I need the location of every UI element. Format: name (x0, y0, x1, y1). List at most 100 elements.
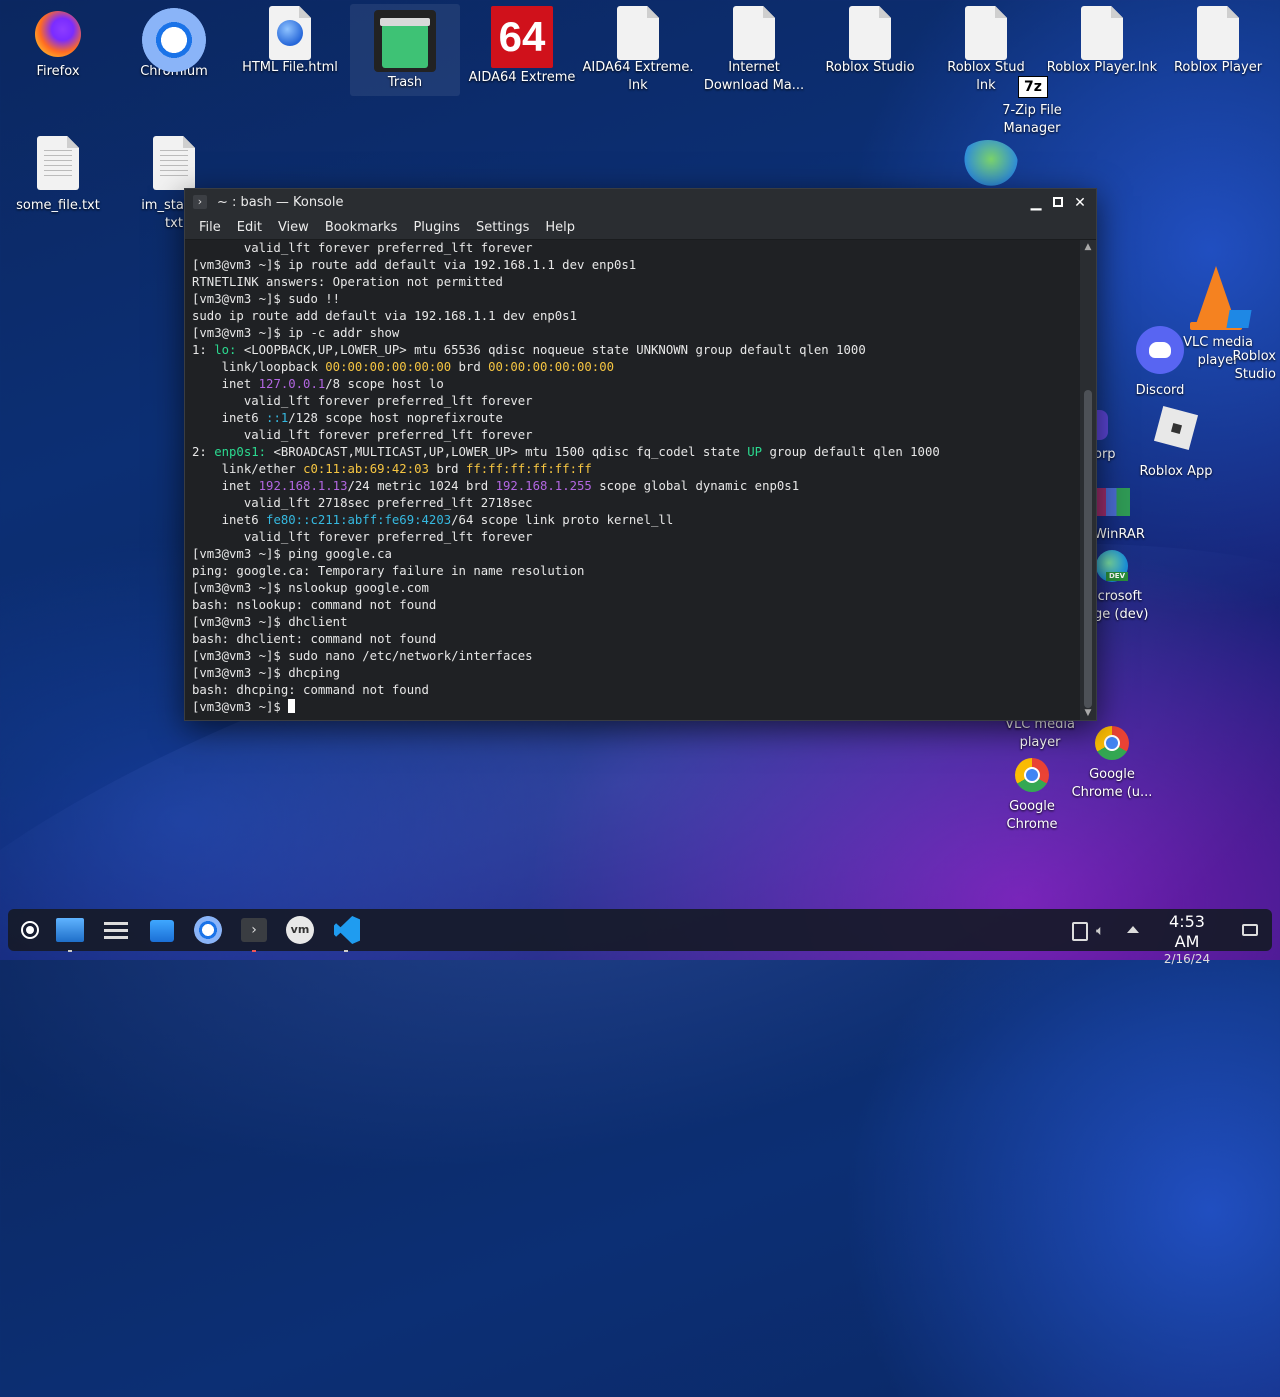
taskbar-vscode[interactable] (330, 914, 362, 952)
scroll-down-icon[interactable]: ▼ (1083, 708, 1093, 718)
terminal-text: valid_lft forever preferred_lft forever (192, 394, 533, 408)
menu-plugins[interactable]: Plugins (405, 217, 468, 239)
roblox-player-lnk-icon (1078, 6, 1126, 60)
minimize-button[interactable]: ▁ (1027, 194, 1045, 212)
terminal-text: [vm3@vm3 ~]$ (192, 700, 289, 714)
terminal-line: inet6 fe80::c211:abff:fe69:4203/64 scope… (192, 512, 1080, 529)
terminal-output[interactable]: valid_lft forever preferred_lft forever [… (185, 240, 1080, 720)
terminal-text: [vm3@vm3 ~]$ dhclient (192, 615, 348, 629)
desktop-icon-label: WinRAR (1094, 527, 1145, 542)
terminal-text: valid_lft forever preferred_lft forever (192, 428, 533, 442)
desktop-icon-some-file[interactable]: some_file.txt (2, 136, 114, 215)
vmware-icon: vm (286, 916, 314, 944)
roblox-studio-lnk-icon (962, 6, 1010, 60)
terminal-line: ping: google.ca: Temporary failure in na… (192, 563, 1080, 580)
desktop-icon-idm[interactable]: Internet Download Ma... (698, 6, 810, 95)
desktop-icon-roblox-player-lnk[interactable]: Roblox Player.lnk (1046, 6, 1158, 77)
desktop-icon-discord[interactable]: Discord (1104, 326, 1216, 400)
taskbar-chromium[interactable] (192, 914, 224, 946)
terminal-text: ::1 (266, 411, 289, 425)
menu-bookmarks[interactable]: Bookmarks (317, 217, 406, 239)
show-desktop-icon (1242, 924, 1258, 936)
desktop-icon-label: Roblox Player (1173, 60, 1263, 75)
terminal-text: UP (747, 445, 763, 459)
desktop-icon-html-file[interactable]: HTML File.html (234, 6, 346, 77)
terminal-text: lo: (214, 343, 237, 357)
konsole-window[interactable]: › ~ : bash — Konsole ▁ ✕ File Edit View … (184, 188, 1097, 721)
terminal-scrollbar[interactable]: ▲ ▼ (1080, 240, 1096, 720)
terminal-text: 00:00:00:00:00:00 (488, 360, 615, 374)
tray-expand[interactable] (1118, 914, 1150, 946)
terminal-line: link/loopback 00:00:00:00:00:00 brd 00:0… (192, 359, 1080, 376)
store-bag-icon (150, 920, 174, 942)
terminal-text: link/ether (192, 462, 304, 476)
clock-time: 4:53 AM (1169, 912, 1205, 951)
desktop-icon-label: some_file.txt (16, 198, 100, 213)
internet-download-manager-icon (730, 6, 778, 60)
menu-settings[interactable]: Settings (468, 217, 537, 239)
desktop-icon-aida64-lnk[interactable]: AIDA64 Extreme. lnk (582, 6, 694, 95)
close-button[interactable]: ✕ (1071, 194, 1089, 212)
terminal-text: scope global dynamic enp0s1 (591, 479, 800, 493)
roblox-app-icon (1152, 405, 1200, 454)
desktop-icon-label: Firefox (36, 64, 80, 79)
discord-icon (1136, 326, 1184, 374)
idm-globe-icon (958, 140, 1018, 188)
vscode-icon (334, 916, 360, 944)
terminal-text: [vm3@vm3 ~]$ nslookup google.com (192, 581, 429, 595)
menu-view[interactable]: View (270, 217, 317, 239)
terminal-text: /64 scope link proto kernel_ll (451, 513, 674, 527)
konsole-app-icon[interactable]: › (193, 195, 207, 209)
terminal-line: bash: nslookup: command not found (192, 597, 1080, 614)
menu-edit[interactable]: Edit (229, 217, 270, 239)
taskbar-discover[interactable] (146, 914, 178, 946)
taskbar-system-settings[interactable] (100, 914, 132, 946)
terminal-text: 00:00:00:00:00:00 (325, 360, 452, 374)
desktop-icon-label: Roblox Studio (1232, 349, 1276, 382)
clipboard-icon (1072, 922, 1088, 941)
terminal-text: [vm3@vm3 ~]$ ping google.ca (192, 547, 392, 561)
terminal-text: group default qlen 1000 (762, 445, 940, 459)
aida64-glyph: 64 (491, 6, 553, 68)
terminal-text: fe80::c211:abff:fe69:4203 (266, 513, 452, 527)
terminal-line: [vm3@vm3 ~]$ sudo nano /etc/network/inte… (192, 648, 1080, 665)
terminal-line: sudo ip route add default via 192.168.1.… (192, 308, 1080, 325)
desktop-icon-trash[interactable]: Trash (350, 4, 460, 96)
terminal-line: inet 192.168.1.13/24 metric 1024 brd 192… (192, 478, 1080, 495)
clock[interactable]: 4:53 AM 2/16/24 (1155, 912, 1219, 966)
desktop-icon-roblox-app[interactable]: Roblox App (1120, 405, 1232, 481)
menu-file[interactable]: File (191, 217, 229, 239)
scroll-up-icon[interactable]: ▲ (1083, 242, 1093, 252)
desktop-icon-label: Discord (1135, 383, 1185, 398)
app-launcher-button[interactable] (14, 914, 46, 946)
terminal-line: [vm3@vm3 ~]$ ip -c addr show (192, 325, 1080, 342)
taskbar-vmware[interactable]: vm (284, 914, 316, 946)
terminal-text: link/loopback (192, 360, 326, 374)
terminal-text: [vm3@vm3 ~]$ dhcping (192, 666, 341, 680)
terminal-line: 1: lo: <LOOPBACK,UP,LOWER_UP> mtu 65536 … (192, 342, 1080, 359)
taskbar-konsole[interactable]: › (238, 914, 270, 952)
desktop-icon-firefox[interactable]: Firefox (2, 10, 114, 81)
terminal-text: 1: (192, 343, 215, 357)
menu-help[interactable]: Help (537, 217, 583, 239)
chevron-up-icon (1127, 926, 1139, 933)
scrollbar-thumb[interactable] (1084, 390, 1092, 708)
dev-badge: DEV (1106, 572, 1128, 581)
terminal-text: valid_lft forever preferred_lft forever (192, 241, 533, 255)
maximize-button[interactable] (1049, 194, 1067, 212)
some-file-icon (34, 136, 82, 190)
konsole-titlebar[interactable]: › ~ : bash — Konsole ▁ ✕ (185, 189, 1096, 217)
desktop-icon-aida64[interactable]: 64 AIDA64 Extreme (466, 6, 578, 87)
show-desktop-button[interactable] (1234, 914, 1266, 946)
terminal-text: /128 scope host noprefixroute (288, 411, 503, 425)
terminal-text: <LOOPBACK,UP,LOWER_UP> mtu 65536 qdisc n… (236, 343, 866, 357)
desktop-icon-label: Roblox Studio (825, 60, 915, 75)
desktop-icon-label: AIDA64 Extreme. lnk (582, 60, 694, 93)
desktop-icon-roblox-studio[interactable]: Roblox Studio (814, 6, 926, 77)
terminal-line: [vm3@vm3 ~]$ sudo !! (192, 291, 1080, 308)
taskbar-file-manager[interactable] (54, 914, 86, 952)
desktop-icon-google-chrome-u[interactable]: Google Chrome (u... (1056, 726, 1168, 802)
desktop-icon-chromium[interactable]: Chromium (118, 8, 230, 81)
terminal-line: [vm3@vm3 ~]$ dhclient (192, 614, 1080, 631)
desktop-icon-roblox-player[interactable]: Roblox Player (1162, 6, 1274, 77)
